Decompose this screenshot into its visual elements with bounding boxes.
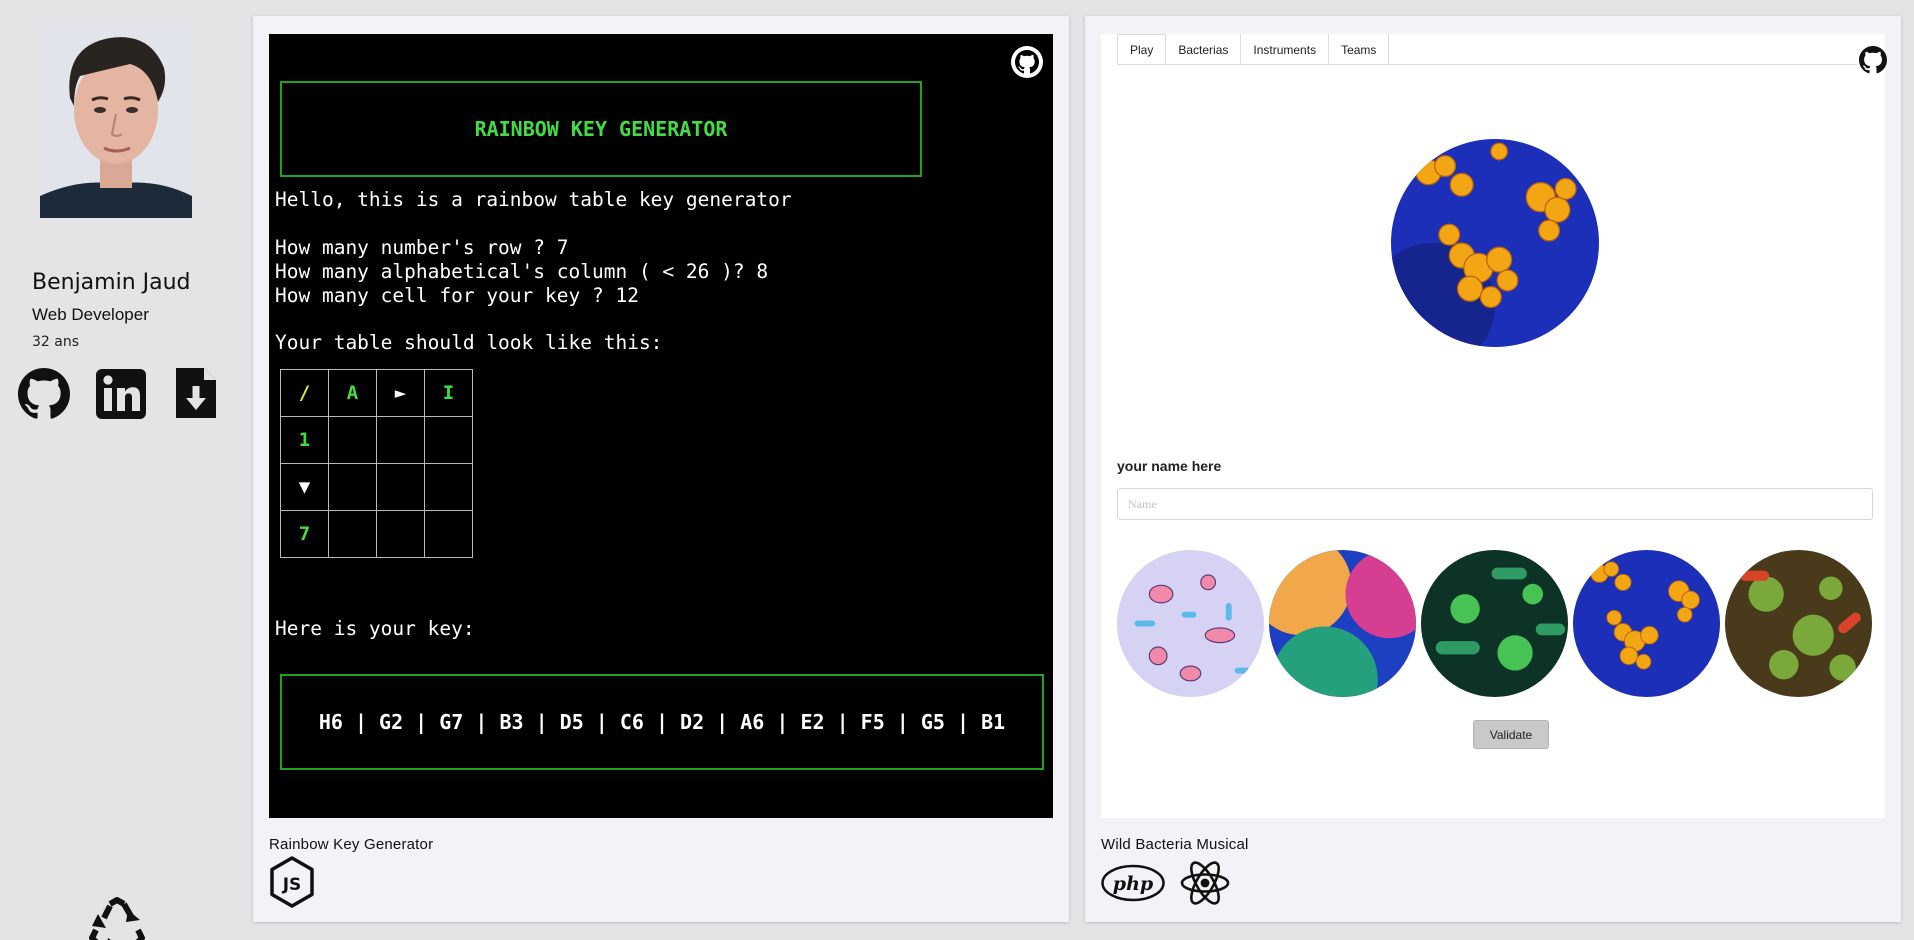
project-card-rainbow: RAINBOW KEY GENERATOR Hello, this is a r… bbox=[253, 16, 1069, 922]
table-col-ellipsis: ► bbox=[376, 369, 425, 417]
bacteria-thumbnail[interactable] bbox=[1269, 550, 1416, 697]
terminal-question-rows: How many number's row ? 7 bbox=[275, 236, 569, 259]
github-icon[interactable] bbox=[1011, 46, 1043, 78]
bacteria-app-preview: Play Bacterias Instruments Teams your na… bbox=[1101, 34, 1887, 818]
table-cell bbox=[328, 510, 377, 558]
project-title: Rainbow Key Generator bbox=[269, 836, 434, 853]
app-tabs: Play Bacterias Instruments Teams bbox=[1117, 34, 1857, 65]
tab-instruments[interactable]: Instruments bbox=[1240, 34, 1328, 65]
table-row-header: 1 bbox=[280, 416, 329, 464]
table-col-header: I bbox=[424, 369, 473, 417]
php-icon: php bbox=[1101, 864, 1165, 902]
profile-name: Benjamin Jaud bbox=[32, 270, 191, 295]
name-input[interactable] bbox=[1117, 488, 1873, 520]
terminal-question-cols: How many alphabetical's column ( < 26 )?… bbox=[275, 260, 769, 283]
bacteria-thumbnail[interactable] bbox=[1117, 550, 1264, 697]
terminal-preview: RAINBOW KEY GENERATOR Hello, this is a r… bbox=[269, 34, 1053, 818]
table-cell bbox=[424, 510, 473, 558]
project-title: Wild Bacteria Musical bbox=[1101, 836, 1249, 853]
github-icon[interactable] bbox=[1859, 46, 1887, 74]
tab-teams[interactable]: Teams bbox=[1328, 34, 1390, 65]
table-row-header: 7 bbox=[280, 510, 329, 558]
terminal-intro: Hello, this is a rainbow table key gener… bbox=[275, 188, 792, 211]
table-cell bbox=[424, 463, 473, 511]
table-col-header: A bbox=[328, 369, 377, 417]
profile-job-title: Web Developer bbox=[32, 305, 149, 324]
table-corner: / bbox=[280, 369, 329, 417]
react-icon bbox=[1179, 858, 1231, 908]
bacteria-thumbnail[interactable] bbox=[1421, 550, 1568, 697]
generated-key-box: H6 | G2 | G7 | B3 | D5 | C6 | D2 | A6 | … bbox=[280, 674, 1044, 770]
nodejs-icon: JS bbox=[269, 856, 315, 908]
table-cell bbox=[328, 463, 377, 511]
svg-text:JS: JS bbox=[282, 875, 302, 895]
avatar bbox=[40, 18, 192, 218]
terminal-question-cells: How many cell for your key ? 12 bbox=[275, 284, 639, 307]
recycle-icon[interactable] bbox=[88, 896, 146, 940]
bacteria-thumbnail[interactable] bbox=[1573, 550, 1720, 697]
terminal-table-intro: Your table should look like this: bbox=[275, 331, 663, 354]
tab-bacterias[interactable]: Bacterias bbox=[1165, 34, 1240, 65]
terminal-key-intro: Here is your key: bbox=[275, 617, 475, 640]
profile-sidebar: Benjamin Jaud Web Developer 32 ans bbox=[0, 16, 240, 940]
table-cell bbox=[424, 416, 473, 464]
download-cv-icon[interactable] bbox=[176, 368, 216, 418]
table-cell bbox=[376, 416, 425, 464]
table-cell bbox=[376, 510, 425, 558]
validate-button[interactable]: Validate bbox=[1473, 720, 1549, 749]
table-cell bbox=[376, 463, 425, 511]
generated-key: H6 | G2 | G7 | B3 | D5 | C6 | D2 | A6 | … bbox=[318, 710, 1006, 734]
selected-bacteria-image bbox=[1391, 139, 1599, 347]
terminal-header-box: RAINBOW KEY GENERATOR bbox=[280, 81, 922, 177]
name-label: your name here bbox=[1117, 458, 1222, 474]
profile-age: 32 ans bbox=[32, 334, 80, 350]
table-cell bbox=[328, 416, 377, 464]
bacteria-thumbnail[interactable] bbox=[1725, 550, 1872, 697]
tab-play[interactable]: Play bbox=[1117, 34, 1166, 65]
github-icon[interactable] bbox=[18, 368, 70, 420]
table-row-ellipsis: ▼ bbox=[280, 463, 329, 511]
linkedin-icon[interactable] bbox=[96, 369, 146, 419]
terminal-header: RAINBOW KEY GENERATOR bbox=[474, 117, 728, 141]
svg-text:php: php bbox=[1113, 873, 1154, 895]
project-card-bacteria: Play Bacterias Instruments Teams your na… bbox=[1085, 16, 1901, 922]
rainbow-table-preview: / A ► I 1 ▼ 7 bbox=[280, 369, 473, 558]
